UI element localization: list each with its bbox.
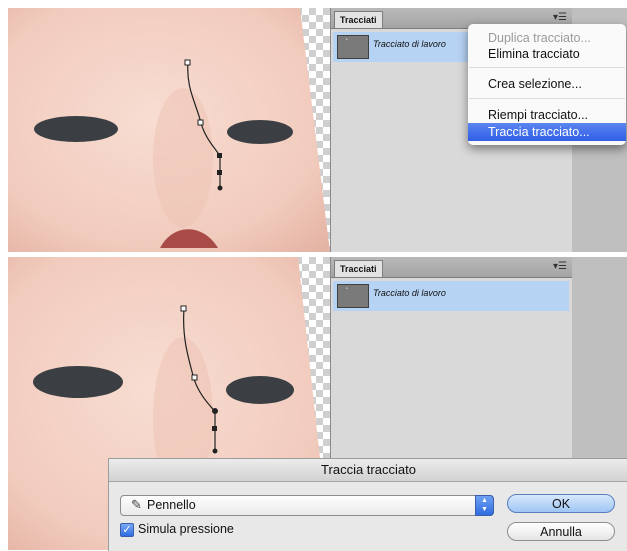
tool-select-value: Pennello [147, 498, 196, 512]
path-anchor-point[interactable] [217, 153, 222, 158]
right-eye [227, 120, 293, 144]
path-row-selected[interactable]: ʻ Tracciato di lavoro [333, 281, 569, 311]
path-anchor-point[interactable] [212, 426, 217, 431]
left-eye [33, 366, 123, 398]
left-eye [34, 116, 118, 142]
path-thumbnail: ʻ [337, 35, 369, 59]
stroke-path-dialog: Traccia tracciato ✎ Pennello ▲ ▼ ✓ Simula… [108, 458, 627, 551]
menu-item-fill-path[interactable]: Riempi tracciato... [468, 106, 626, 124]
path-name: Tracciato di lavoro [373, 39, 446, 49]
simulate-pressure-checkbox[interactable]: ✓ [120, 523, 134, 537]
brush-icon: ✎ [131, 497, 142, 512]
path-handle[interactable] [217, 185, 223, 191]
tool-select[interactable]: ✎ Pennello ▲ ▼ [120, 495, 494, 516]
panel-menu-icon[interactable]: ▾☰ [553, 262, 567, 272]
paths-context-menu: Duplica tracciato... Elimina tracciato C… [468, 24, 626, 145]
path-anchor-point[interactable] [217, 170, 222, 175]
path-anchor-point[interactable] [212, 408, 218, 414]
dialog-title: Traccia tracciato [109, 459, 627, 482]
cancel-button[interactable]: Annulla [507, 522, 615, 541]
menu-item-delete-path[interactable]: Elimina tracciato [468, 45, 626, 63]
path-handle[interactable] [212, 448, 218, 454]
face-artwork [8, 8, 330, 252]
right-eye [226, 376, 294, 404]
path-thumbnail: ʻ [337, 284, 369, 308]
select-arrows-icon[interactable]: ▲ ▼ [475, 495, 494, 516]
path-anchor-point[interactable] [180, 305, 187, 312]
document-canvas[interactable] [8, 8, 330, 252]
menu-separator [469, 98, 625, 99]
tab-tracciati[interactable]: Tracciati [334, 11, 383, 28]
menu-item-stroke-path[interactable]: Traccia tracciato... [468, 123, 626, 141]
tab-tracciati[interactable]: Tracciati [334, 260, 383, 277]
menu-item-make-selection[interactable]: Crea selezione... [468, 75, 626, 93]
path-anchor-point[interactable] [191, 374, 198, 381]
path-anchor-point[interactable] [184, 59, 191, 66]
menu-separator [469, 67, 625, 68]
path-name: Tracciato di lavoro [373, 288, 446, 298]
panel-header: Tracciati ▾☰ [331, 257, 573, 278]
ok-button[interactable]: OK [507, 494, 615, 513]
path-anchor-point[interactable] [197, 119, 204, 126]
panel-menu-icon[interactable]: ▾☰ [553, 13, 567, 23]
simulate-pressure-label[interactable]: Simula pressione [138, 522, 234, 536]
